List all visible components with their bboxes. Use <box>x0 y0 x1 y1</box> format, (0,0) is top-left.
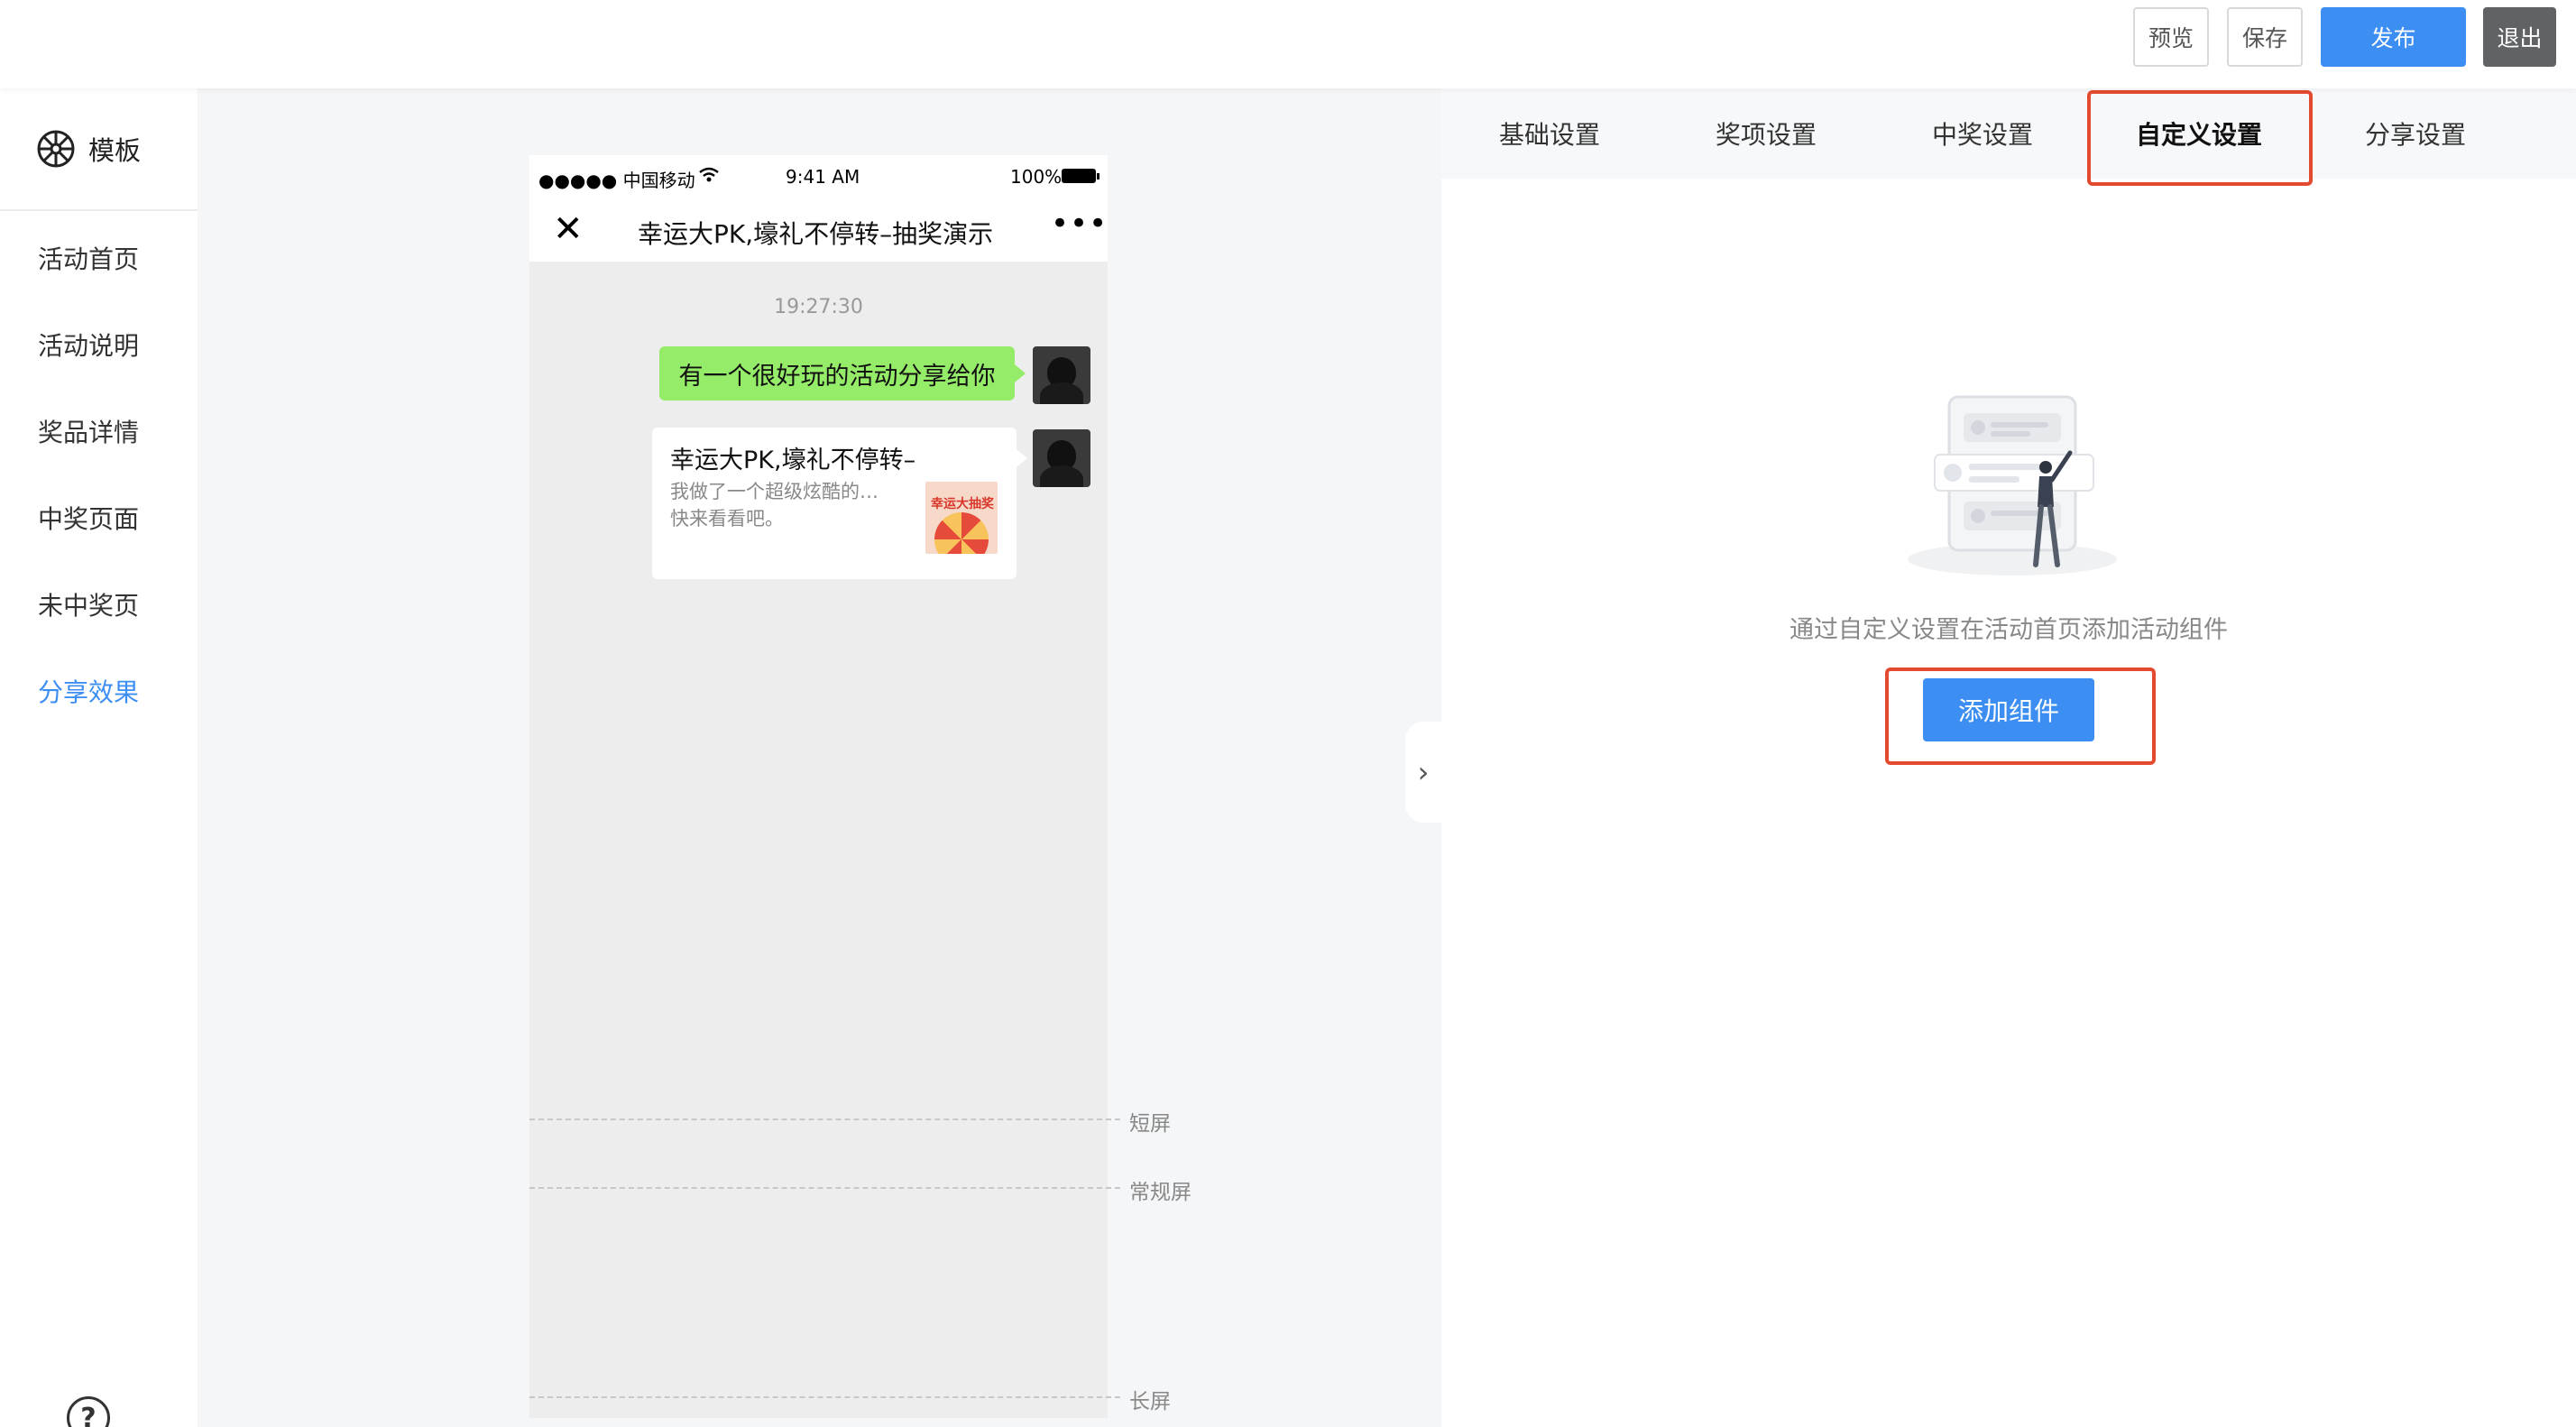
sidebar-brand[interactable]: 模板 <box>0 88 198 211</box>
settings-tabs: 基础设置 奖项设置 中奖设置 自定义设置 分享设置 <box>1441 88 2576 179</box>
short-screen-guide <box>529 1119 1120 1120</box>
empty-state-text: 通过自定义设置在活动首页添加活动组件 <box>1789 616 2228 644</box>
long-screen-guide <box>529 1396 1120 1398</box>
avatar <box>1033 346 1090 404</box>
highlight-box-tab <box>2087 90 2313 186</box>
wheel-icon <box>37 130 75 168</box>
normal-screen-label: 常规屏 <box>1129 1181 1191 1204</box>
sidebar-item-home[interactable]: 活动首页 <box>38 240 139 276</box>
sidebar-item-share-effect[interactable]: 分享效果 <box>38 673 139 709</box>
wifi-icon <box>699 166 719 188</box>
phone-status-bar: ●●●●● 中国移动 9:41 AM 100% <box>529 155 1108 197</box>
share-card-desc-line2: 快来看看吧。 <box>670 508 784 529</box>
empty-state-illustration <box>1908 395 2117 575</box>
battery-icon <box>1062 169 1099 183</box>
status-battery: 100% <box>1010 166 1063 188</box>
share-card-title: 幸运大PK,壕礼不停转– <box>670 447 916 474</box>
share-card: 幸运大PK,壕礼不停转– 我做了一个超级炫酷的… 快来看看吧。 幸运大抽奖 <box>652 428 1027 579</box>
short-screen-label: 短屏 <box>1129 1112 1171 1136</box>
sidebar-brand-label: 模板 <box>88 135 142 166</box>
chat-timestamp: 19:27:30 <box>774 296 863 318</box>
tab-prize-settings[interactable]: 奖项设置 <box>1716 115 1817 152</box>
chat-message-bubble: 有一个很好玩的活动分享给你 <box>659 346 1026 400</box>
close-icon[interactable]: ✕ <box>553 209 584 249</box>
phone-nav-title: 幸运大PK,壕礼不停转–抽奖演示 <box>638 219 994 249</box>
tab-win-settings[interactable]: 中奖设置 <box>1932 115 2033 152</box>
chevron-right-icon[interactable]: › <box>1405 722 1441 823</box>
status-time: 9:41 AM <box>786 166 860 188</box>
thumbnail-text: 幸运大抽奖 <box>931 497 994 511</box>
highlight-box-add-button <box>1885 667 2156 765</box>
top-bar: 预览 保存 发布 退出 <box>0 0 2576 88</box>
lottery-wheel-icon <box>934 512 989 554</box>
sidebar-item-lose-page[interactable]: 未中奖页 <box>38 586 139 622</box>
status-carrier: ●●●●● 中国移动 <box>538 170 695 191</box>
long-screen-label: 长屏 <box>1129 1390 1171 1413</box>
help-icon[interactable]: ? <box>67 1396 110 1427</box>
settings-panel: 基础设置 奖项设置 中奖设置 自定义设置 分享设置 通过自定义设置在活动首页添加… <box>1441 88 2576 1427</box>
avatar <box>1033 429 1090 487</box>
sidebar: 模板 活动首页 活动说明 奖品详情 中奖页面 未中奖页 分享效果 ? <box>0 88 198 1427</box>
sidebar-item-prize-details[interactable]: 奖品详情 <box>38 413 139 449</box>
phone-preview: ●●●●● 中国移动 9:41 AM 100% ✕ 幸运大PK,壕礼不停转–抽奖… <box>529 155 1108 1418</box>
phone-nav-bar: ✕ 幸运大PK,壕礼不停转–抽奖演示 ••• <box>529 197 1108 262</box>
publish-button[interactable]: 发布 <box>2321 7 2466 67</box>
save-button[interactable]: 保存 <box>2227 7 2303 67</box>
sidebar-item-description[interactable]: 活动说明 <box>38 327 139 363</box>
exit-button[interactable]: 退出 <box>2483 7 2556 67</box>
preview-button[interactable]: 预览 <box>2133 7 2209 67</box>
sidebar-item-win-page[interactable]: 中奖页面 <box>38 500 139 536</box>
tab-basic-settings[interactable]: 基础设置 <box>1499 115 1600 152</box>
share-card-thumbnail: 幸运大抽奖 <box>925 482 998 554</box>
normal-screen-guide <box>529 1187 1120 1189</box>
share-card-desc-line1: 我做了一个超级炫酷的… <box>670 481 879 502</box>
more-icon[interactable]: ••• <box>1051 206 1108 242</box>
tab-share-settings[interactable]: 分享设置 <box>2365 115 2466 152</box>
share-card-desc: 我做了一个超级炫酷的… 快来看看吧。 <box>670 478 923 532</box>
